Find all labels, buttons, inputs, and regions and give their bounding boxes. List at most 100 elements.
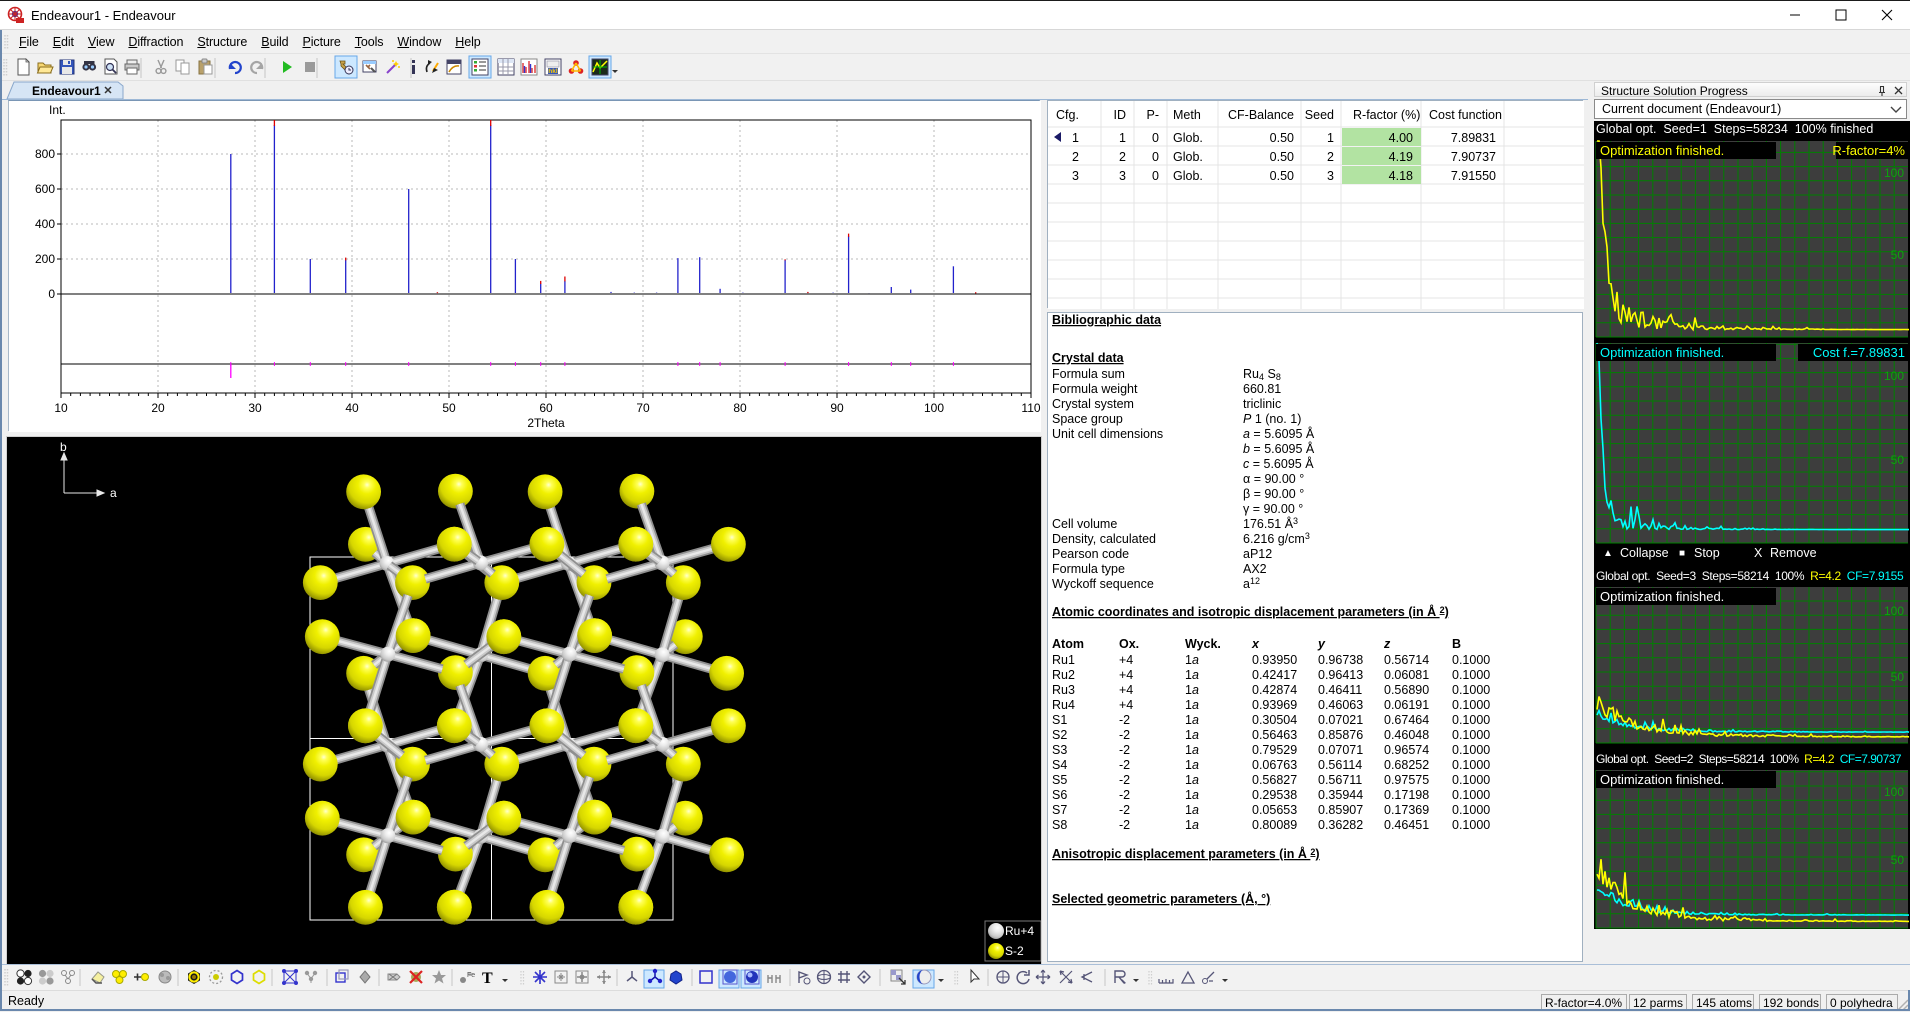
svg-text:Crystal data: Crystal data bbox=[1052, 351, 1125, 365]
svg-text:0.07021: 0.07021 bbox=[1318, 713, 1363, 727]
svg-text:50: 50 bbox=[1891, 248, 1905, 262]
svg-text:1a: 1a bbox=[1185, 728, 1199, 742]
svg-text:Optimization finished.: Optimization finished. bbox=[1600, 345, 1724, 360]
svg-text:0.1000: 0.1000 bbox=[1452, 818, 1490, 832]
svg-text:Space group: Space group bbox=[1052, 412, 1123, 426]
svg-text:S4: S4 bbox=[1052, 758, 1067, 772]
svg-text:2: 2 bbox=[1327, 150, 1334, 164]
svg-text:-2: -2 bbox=[1119, 758, 1130, 772]
svg-text:Fe: Fe bbox=[467, 972, 475, 979]
svg-text:1a: 1a bbox=[1185, 788, 1199, 802]
svg-text:Formula sum: Formula sum bbox=[1052, 367, 1125, 381]
svg-text:-2: -2 bbox=[1119, 818, 1130, 832]
svg-text:50: 50 bbox=[442, 401, 456, 415]
svg-text:Unit cell dimensions: Unit cell dimensions bbox=[1052, 427, 1163, 441]
svg-text:70: 70 bbox=[636, 401, 650, 415]
svg-text:Wyckoff sequence: Wyckoff sequence bbox=[1052, 577, 1154, 591]
svg-text:c = 5.6095 Å: c = 5.6095 Å bbox=[1243, 456, 1314, 471]
svg-text:0.1000: 0.1000 bbox=[1452, 683, 1490, 697]
svg-text:1a: 1a bbox=[1185, 743, 1199, 757]
svg-text:90: 90 bbox=[830, 401, 844, 415]
svg-text:0.07071: 0.07071 bbox=[1318, 743, 1363, 757]
svg-text:P-: P- bbox=[1147, 108, 1160, 122]
svg-text:0.42417: 0.42417 bbox=[1252, 668, 1297, 682]
svg-text:80: 80 bbox=[733, 401, 747, 415]
svg-text:Cfg.: Cfg. bbox=[1056, 108, 1079, 122]
svg-text:3: 3 bbox=[1072, 169, 1079, 183]
svg-text:0.1000: 0.1000 bbox=[1452, 713, 1490, 727]
svg-text:0.79529: 0.79529 bbox=[1252, 743, 1297, 757]
svg-text:Ru3: Ru3 bbox=[1052, 683, 1075, 697]
svg-text:4.00: 4.00 bbox=[1389, 131, 1413, 145]
svg-text:2: 2 bbox=[1072, 150, 1079, 164]
svg-text:S7: S7 bbox=[1052, 803, 1067, 817]
svg-text:B: B bbox=[1452, 637, 1461, 651]
svg-text:Cost function: Cost function bbox=[1429, 108, 1502, 122]
svg-text:-2: -2 bbox=[1119, 803, 1130, 817]
svg-text:0.93950: 0.93950 bbox=[1252, 653, 1297, 667]
svg-text:0.56890: 0.56890 bbox=[1384, 683, 1429, 697]
svg-text:0.06763: 0.06763 bbox=[1252, 758, 1297, 772]
svg-text:100: 100 bbox=[924, 401, 944, 415]
svg-text:0.56827: 0.56827 bbox=[1252, 773, 1297, 787]
svg-text:Int.: Int. bbox=[49, 103, 66, 117]
svg-text:Selected geometric parameters: Selected geometric parameters (Å, °) bbox=[1052, 891, 1270, 906]
svg-text:0.50: 0.50 bbox=[1270, 131, 1294, 145]
svg-text:Anisotropic displacement param: Anisotropic displacement parameters (in … bbox=[1052, 846, 1320, 861]
svg-text:100: 100 bbox=[1884, 785, 1904, 799]
svg-text:0.1000: 0.1000 bbox=[1452, 803, 1490, 817]
svg-text:1a: 1a bbox=[1185, 818, 1199, 832]
svg-text:50: 50 bbox=[1891, 453, 1905, 467]
svg-text:400: 400 bbox=[35, 217, 55, 231]
svg-text:0.35944: 0.35944 bbox=[1318, 788, 1363, 802]
svg-text:100: 100 bbox=[1884, 604, 1904, 618]
svg-text:0.06081: 0.06081 bbox=[1384, 668, 1429, 682]
svg-text:S8: S8 bbox=[1052, 818, 1067, 832]
svg-text:0: 0 bbox=[1152, 131, 1159, 145]
svg-text:1: 1 bbox=[1327, 131, 1334, 145]
svg-text:0.1000: 0.1000 bbox=[1452, 758, 1490, 772]
svg-text:a12: a12 bbox=[1243, 576, 1260, 591]
svg-text:-2: -2 bbox=[1119, 713, 1130, 727]
svg-text:20: 20 bbox=[151, 401, 165, 415]
svg-text:S1: S1 bbox=[1052, 713, 1067, 727]
svg-text:1a: 1a bbox=[1185, 683, 1199, 697]
svg-text:-2: -2 bbox=[1119, 788, 1130, 802]
svg-text:Ru4: Ru4 bbox=[1052, 698, 1075, 712]
svg-text:Crystal system: Crystal system bbox=[1052, 397, 1134, 411]
svg-text:-2: -2 bbox=[1119, 773, 1130, 787]
svg-text:176.51 Å3: 176.51 Å3 bbox=[1243, 516, 1298, 531]
svg-text:S3: S3 bbox=[1052, 743, 1067, 757]
svg-text:Optimization finished.: Optimization finished. bbox=[1600, 143, 1724, 158]
svg-text:Bibliographic data: Bibliographic data bbox=[1052, 313, 1162, 327]
svg-text:Meth: Meth bbox=[1173, 108, 1201, 122]
svg-text:0.56114: 0.56114 bbox=[1318, 758, 1362, 772]
svg-text:100: 100 bbox=[1884, 166, 1904, 180]
svg-text:0.30504: 0.30504 bbox=[1252, 713, 1297, 727]
svg-text:600: 600 bbox=[35, 182, 55, 196]
svg-text:0.05653: 0.05653 bbox=[1252, 803, 1297, 817]
svg-text:Cell volume: Cell volume bbox=[1052, 517, 1117, 531]
svg-text:0.17369: 0.17369 bbox=[1384, 803, 1429, 817]
svg-text:Pearson code: Pearson code bbox=[1052, 547, 1129, 561]
svg-text:AX2: AX2 bbox=[1243, 562, 1267, 576]
svg-text:0.36282: 0.36282 bbox=[1318, 818, 1363, 832]
svg-text:0: 0 bbox=[48, 287, 55, 301]
svg-text:0.96574: 0.96574 bbox=[1384, 743, 1429, 757]
svg-text:50: 50 bbox=[1891, 853, 1905, 867]
svg-text:60: 60 bbox=[539, 401, 553, 415]
svg-text:Ru+4: Ru+4 bbox=[1005, 924, 1034, 938]
svg-text:0.46451: 0.46451 bbox=[1384, 818, 1429, 832]
svg-text:Wyck.: Wyck. bbox=[1185, 637, 1221, 651]
svg-text:0.06191: 0.06191 bbox=[1384, 698, 1429, 712]
svg-text:S2: S2 bbox=[1052, 728, 1067, 742]
svg-text:Cost f.=7.89831: Cost f.=7.89831 bbox=[1813, 345, 1905, 360]
svg-text:200: 200 bbox=[35, 252, 55, 266]
svg-text:660.81: 660.81 bbox=[1243, 382, 1281, 396]
svg-text:S5: S5 bbox=[1052, 773, 1067, 787]
svg-text:-2: -2 bbox=[1119, 743, 1130, 757]
svg-text:0.85907: 0.85907 bbox=[1318, 803, 1363, 817]
svg-text:10: 10 bbox=[54, 401, 68, 415]
svg-text:Glob.: Glob. bbox=[1173, 169, 1203, 183]
svg-text:4.19: 4.19 bbox=[1389, 150, 1413, 164]
